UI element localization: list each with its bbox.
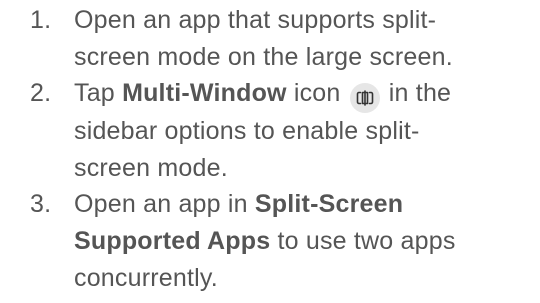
step-line: concurrently. [74,263,218,292]
multi-window-icon [349,83,380,114]
split-screen-label: Split-Screen [254,190,404,219]
step-line: Open an app in Split-Screen [74,190,404,219]
step-number: 2. [30,79,52,108]
step-3: 3. Open an app in Split-Screen Supported… [0,186,540,296]
step-number: 3. [30,190,52,219]
step-text: Open an app that supports split- screen … [74,2,494,75]
step-line: Tap Multi-Window icon in the [74,75,494,114]
instruction-steps: 1. Open an app that supports split- scre… [0,2,540,296]
step-2: 2. Tap Multi-Window icon in the sidebar … [0,75,540,186]
step-text: Open an app in Split-Screen Supported Ap… [74,186,494,296]
step-line: Open an app that supports split- [74,6,437,34]
multi-window-label: Multi-Window [122,79,287,108]
step-line: screen mode on the large screen. [74,42,453,71]
step-number: 1. [30,6,52,34]
step-line: sidebar options to enable split- [74,117,420,146]
step-line: Supported Apps to use two apps [74,226,456,255]
supported-apps-label: Supported Apps [74,226,271,255]
step-1: 1. Open an app that supports split- scre… [0,2,540,75]
step-line: screen mode. [74,153,228,182]
step-text: Tap Multi-Window icon in the sidebar opt… [74,75,494,186]
